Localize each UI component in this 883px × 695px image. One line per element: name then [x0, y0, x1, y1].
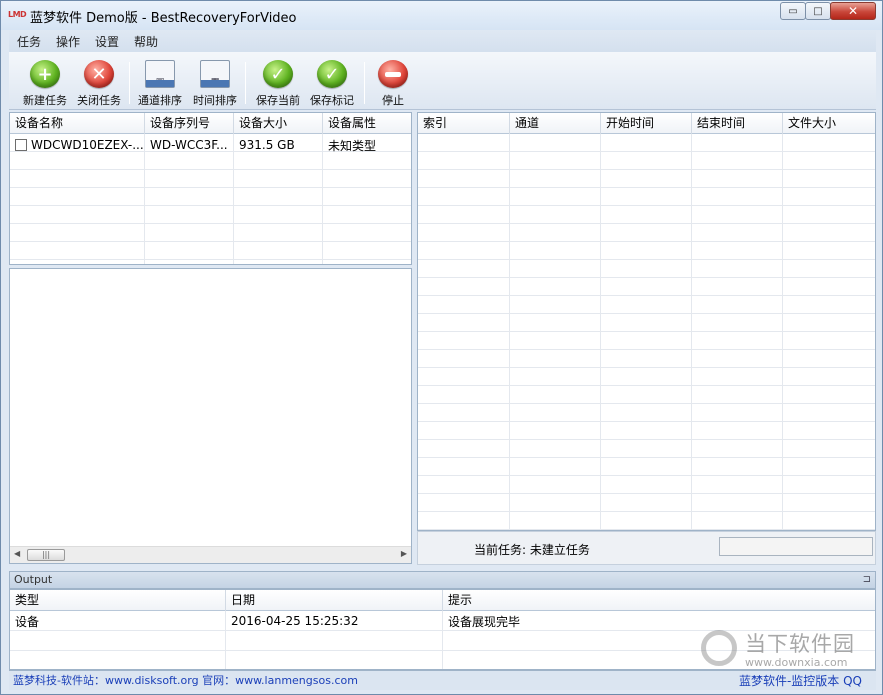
toolbar: + 新建任务 ✕ 关闭任务 ▣ 通道排序 ▦ 时间排序 ✓ 保存当前 ✓ 保存标…	[9, 52, 876, 110]
grid-column-line	[509, 134, 510, 530]
device-checkbox[interactable]	[15, 139, 27, 151]
column-header-file-size[interactable]: 文件大小	[783, 113, 875, 134]
check-icon: ✓	[317, 60, 347, 88]
file-table: 索引 通道 开始时间 结束时间 文件大小	[417, 112, 876, 531]
toolbar-separator	[129, 62, 130, 104]
menu-operation[interactable]: 操作	[56, 33, 80, 50]
detail-pane: ◀ ||| ▶	[9, 268, 412, 564]
time-sort-label: 时间排序	[193, 94, 237, 107]
horizontal-scrollbar[interactable]: ◀ ||| ▶	[10, 546, 411, 563]
device-name: WDCWD10EZEX-...	[31, 138, 144, 152]
output-panel-title: Output ⊐	[9, 571, 876, 589]
watermark-title: 当下软件园	[745, 632, 855, 656]
toolbar-separator	[245, 62, 246, 104]
output-table-header: 类型 日期 提示	[10, 590, 875, 611]
close-task-button[interactable]: ✕ 关闭任务	[71, 60, 127, 108]
output-date: 2016-04-25 15:25:32	[231, 614, 359, 628]
new-task-label: 新建任务	[23, 94, 67, 107]
device-attribute: 未知类型	[328, 138, 377, 153]
grid-column-line	[782, 134, 783, 530]
column-header-index[interactable]: 索引	[418, 113, 510, 134]
output-type: 设备	[15, 614, 40, 629]
watermark-logo-icon	[701, 630, 737, 666]
grid-column-line	[600, 134, 601, 530]
column-header-serial[interactable]: 设备序列号	[145, 113, 234, 134]
time-sort-button[interactable]: ▦ 时间排序	[187, 60, 243, 108]
check-icon: ✓	[263, 60, 293, 88]
column-header-start-time[interactable]: 开始时间	[601, 113, 692, 134]
new-task-button[interactable]: + 新建任务	[17, 60, 73, 108]
table-row[interactable]: WDCWD10EZEX-... WD-WCC3F... 931.5 GB 未知类…	[10, 136, 411, 154]
stop-label: 停止	[382, 94, 404, 107]
watermark: 当下软件园 www.downxia.com	[701, 626, 861, 674]
output-title: Output	[14, 573, 53, 586]
column-header-type[interactable]: 类型	[10, 590, 226, 611]
column-header-size[interactable]: 设备大小	[234, 113, 323, 134]
scroll-thumb[interactable]: |||	[27, 549, 65, 561]
save-current-button[interactable]: ✓ 保存当前	[250, 60, 306, 108]
calendar-person-icon: ▣	[145, 60, 175, 88]
device-table: 设备名称 设备序列号 设备大小 设备属性 WDCWD10EZEX-... WD-…	[9, 112, 412, 265]
device-size: 931.5 GB	[239, 138, 295, 152]
status-area: 当前任务: 未建立任务	[417, 531, 876, 565]
menu-bar: 任务 操作 设置 帮助	[9, 30, 876, 52]
close-task-label: 关闭任务	[77, 94, 121, 107]
close-window-button[interactable]: ✕	[830, 2, 876, 20]
stop-button[interactable]: 停止	[365, 60, 421, 108]
column-header-date[interactable]: 日期	[226, 590, 443, 611]
app-logo-icon: LMD	[8, 10, 27, 19]
device-serial: WD-WCC3F...	[150, 138, 228, 152]
progress-box	[719, 537, 873, 556]
scroll-left-icon[interactable]: ◀	[14, 549, 20, 558]
stop-icon	[378, 60, 408, 88]
column-header-end-time[interactable]: 结束时间	[692, 113, 783, 134]
maximize-button[interactable]: □	[805, 2, 831, 20]
column-header-channel[interactable]: 通道	[510, 113, 601, 134]
window-title: 蓝梦软件 Demo版 - BestRecoveryForVideo	[30, 11, 297, 26]
device-name-cell: WDCWD10EZEX-...	[10, 138, 145, 152]
current-task-status: 当前任务: 未建立任务	[474, 543, 590, 557]
column-header-device-name[interactable]: 设备名称	[10, 113, 145, 134]
channel-sort-button[interactable]: ▣ 通道排序	[132, 60, 188, 108]
title-bar[interactable]: LMD 蓝梦软件 Demo版 - BestRecoveryForVideo ▭ …	[1, 1, 882, 30]
menu-help[interactable]: 帮助	[134, 33, 158, 50]
column-header-hint[interactable]: 提示	[443, 590, 875, 611]
scroll-right-icon[interactable]: ▶	[401, 549, 407, 558]
close-task-icon: ✕	[84, 60, 114, 88]
save-mark-label: 保存标记	[310, 94, 354, 107]
device-table-header: 设备名称 设备序列号 设备大小 设备属性	[10, 113, 411, 134]
column-header-attribute[interactable]: 设备属性	[323, 113, 411, 134]
save-mark-button[interactable]: ✓ 保存标记	[304, 60, 360, 108]
footer-links[interactable]: 蓝梦科技-软件站：www.disksoft.org 官网：www.lanmeng…	[13, 671, 358, 691]
add-icon: +	[30, 60, 60, 88]
app-window: LMD 蓝梦软件 Demo版 - BestRecoveryForVideo ▭ …	[0, 0, 883, 695]
save-current-label: 保存当前	[256, 94, 300, 107]
minimize-button[interactable]: ▭	[780, 2, 806, 20]
calendar-icon: ▦	[200, 60, 230, 88]
grid-lines	[418, 134, 875, 530]
watermark-url: www.downxia.com	[745, 656, 848, 669]
file-table-header: 索引 通道 开始时间 结束时间 文件大小	[418, 113, 875, 134]
footer-version[interactable]: 蓝梦软件-监控版本 QQ	[739, 671, 862, 691]
menu-task[interactable]: 任务	[17, 33, 41, 50]
menu-settings[interactable]: 设置	[95, 33, 119, 50]
grid-column-line	[691, 134, 692, 530]
pin-icon[interactable]: ⊐	[863, 572, 871, 588]
channel-sort-label: 通道排序	[138, 94, 182, 107]
